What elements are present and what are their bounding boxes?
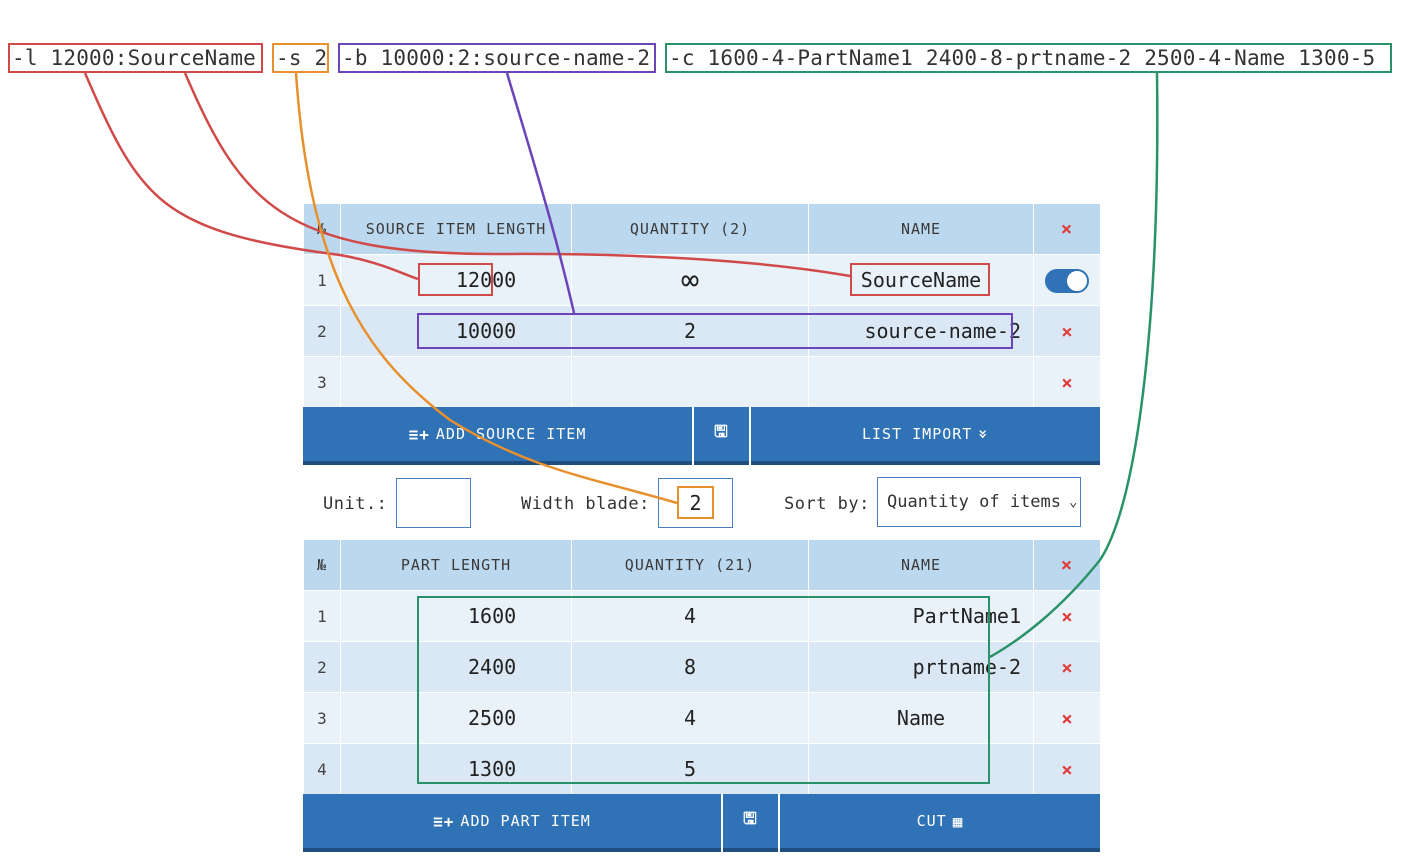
header-num: № [303,539,341,591]
name-cell[interactable]: PartName1 [808,590,1034,642]
delete-row-icon[interactable]: × [1033,692,1101,744]
delete-row-icon[interactable]: × [1033,590,1101,642]
delete-row-icon[interactable]: × [1033,305,1101,357]
add-source-item-button[interactable]: ≡+ ADD SOURCE ITEM [303,407,692,465]
source-items-table: № SOURCE ITEM LENGTH QUANTITY (2) NAME ×… [303,203,1101,408]
length-cell[interactable]: 2400 [340,641,572,693]
length-cell[interactable]: 1300 [340,743,572,795]
table-row: 2 2400 8 prtname-2 × [303,641,1101,693]
clear-all-icon[interactable]: × [1033,539,1101,591]
name-cell[interactable] [808,356,1034,408]
infinite-toggle[interactable] [1045,268,1089,293]
save-icon: 🖫 [743,808,758,828]
name-cell[interactable] [808,743,1034,795]
chevron-down-icon: ⌄ [1069,494,1078,510]
length-cell[interactable]: 10000 [340,305,572,357]
add-part-item-button[interactable]: ≡+ ADD PART ITEM [303,794,721,852]
calculator-icon: ▦ [952,811,964,831]
header-name: NAME [808,203,1034,255]
save-icon: 🖫 [714,421,729,441]
quantity-cell[interactable]: ∞ [571,254,809,306]
table-row: 4 1300 5 × [303,743,1101,795]
unit-label: Unit.: [323,494,388,514]
clear-all-icon[interactable]: × [1033,203,1101,255]
cut-button[interactable]: CUT ▦ [780,794,1100,852]
save-parts-button[interactable]: 🖫 [723,794,778,852]
blade-width-input[interactable] [658,478,733,528]
delete-row-icon[interactable]: × [1033,356,1101,408]
unit-input[interactable] [396,478,471,528]
table-header-row: № PART LENGTH QUANTITY (21) NAME × [303,539,1101,591]
toggle-knob [1066,269,1088,292]
table-row: 1 12000 ∞ SourceName [303,254,1101,306]
row-num: 1 [303,590,341,642]
name-cell[interactable]: SourceName [808,254,1034,306]
add-list-icon: ≡+ [408,424,430,444]
parts-button-bar: ≡+ ADD PART ITEM 🖫 CUT ▦ [303,794,1100,852]
command-l: -l 12000:SourceName [8,43,263,73]
command-c: -c 1600-4-PartName1 2400-8-prtname-2 250… [665,43,1392,73]
chevron-double-down-icon: » [974,428,994,440]
toggle-cell [1033,254,1101,306]
sort-label: Sort by: [784,494,870,514]
row-num: 3 [303,356,341,408]
part-items-table: № PART LENGTH QUANTITY (21) NAME × 1 160… [303,539,1101,795]
list-import-label: LIST IMPORT [862,425,973,443]
quantity-cell[interactable] [571,356,809,408]
sort-select[interactable]: Quantity of items ⌄ [877,477,1081,527]
quantity-cell[interactable]: 4 [571,692,809,744]
sort-selected-value: Quantity of items [887,492,1061,512]
quantity-cell[interactable]: 5 [571,743,809,795]
header-quantity: QUANTITY (21) [571,539,809,591]
command-s: -s 2 [272,43,329,73]
row-num: 4 [303,743,341,795]
table-row: 1 1600 4 PartName1 × [303,590,1101,642]
length-cell[interactable]: 2500 [340,692,572,744]
length-cell[interactable] [340,356,572,408]
settings-row: Unit.: Width blade: Sort by: Quantity of… [303,476,1100,530]
table-row: 2 10000 2 source-name-2 × [303,305,1101,357]
row-num: 1 [303,254,341,306]
delete-row-icon[interactable]: × [1033,743,1101,795]
infinity-icon: ∞ [680,262,700,298]
header-quantity: QUANTITY (2) [571,203,809,255]
header-name: NAME [808,539,1034,591]
quantity-cell[interactable]: 2 [571,305,809,357]
header-part-length: PART LENGTH [340,539,572,591]
delete-row-icon[interactable]: × [1033,641,1101,693]
row-num: 3 [303,692,341,744]
add-source-item-label: ADD SOURCE ITEM [435,425,587,443]
table-row: 3 × [303,356,1101,408]
row-num: 2 [303,305,341,357]
list-import-button[interactable]: LIST IMPORT » [751,407,1100,465]
save-source-button[interactable]: 🖫 [694,407,749,465]
table-header-row: № SOURCE ITEM LENGTH QUANTITY (2) NAME × [303,203,1101,255]
source-button-bar: ≡+ ADD SOURCE ITEM 🖫 LIST IMPORT » [303,407,1100,465]
cut-label: CUT [916,812,947,830]
row-num: 2 [303,641,341,693]
name-cell[interactable]: Name [808,692,1034,744]
name-cell[interactable]: prtname-2 [808,641,1034,693]
quantity-cell[interactable]: 8 [571,641,809,693]
length-cell[interactable]: 12000 [340,254,572,306]
quantity-cell[interactable]: 4 [571,590,809,642]
table-row: 3 2500 4 Name × [303,692,1101,744]
header-num: № [303,203,341,255]
command-b: -b 10000:2:source-name-2 [338,43,656,73]
length-cell[interactable]: 1600 [340,590,572,642]
name-cell[interactable]: source-name-2 [808,305,1034,357]
add-list-icon: ≡+ [433,811,455,831]
blade-label: Width blade: [521,494,650,514]
add-part-item-label: ADD PART ITEM [460,812,591,830]
header-source-length: SOURCE ITEM LENGTH [340,203,572,255]
